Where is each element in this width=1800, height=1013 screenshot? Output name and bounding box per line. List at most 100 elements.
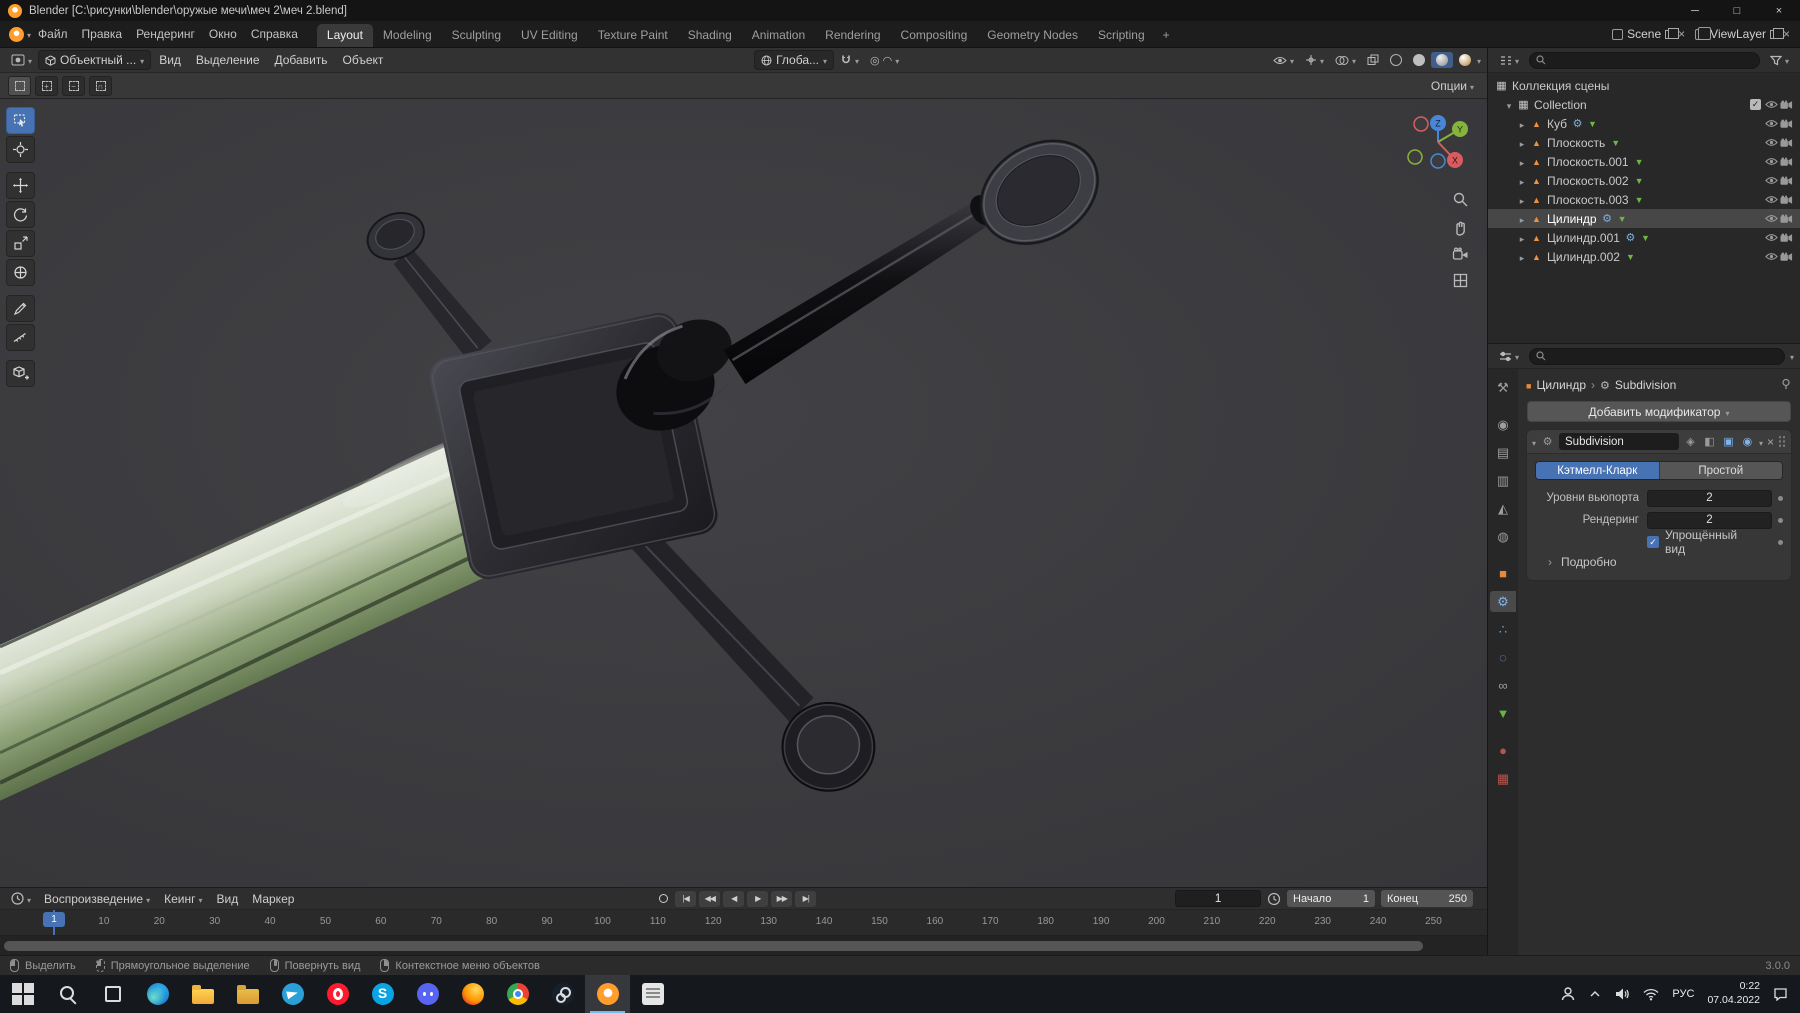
workspace-tab[interactable]: Animation (742, 24, 815, 47)
ortho-grid-icon[interactable] (1452, 272, 1469, 289)
render-camera-icon[interactable] (1779, 214, 1794, 224)
preview-range-clock-icon[interactable] (1267, 892, 1281, 906)
cursor-tool[interactable] (6, 136, 35, 163)
properties-tab-data[interactable] (1490, 703, 1516, 724)
render-camera-icon[interactable] (1779, 157, 1794, 167)
expand-icon[interactable] (1515, 136, 1529, 150)
hide-eye-icon[interactable] (1764, 214, 1779, 223)
snap-toggle[interactable] (835, 51, 864, 69)
new-scene-icon[interactable] (1665, 30, 1674, 39)
current-frame-field[interactable]: 1 (1175, 890, 1261, 907)
on-cage-toggle-icon[interactable]: ◈ (1683, 435, 1698, 448)
3d-viewport[interactable]: Z Y X (0, 99, 1487, 887)
blender-menu-icon[interactable] (9, 27, 24, 42)
viewport-menu[interactable]: Добавить (268, 48, 335, 72)
object-name[interactable]: Плоскость (1544, 136, 1608, 150)
properties-tab-viewlayer[interactable] (1490, 470, 1516, 491)
workspace-tab[interactable]: Compositing (891, 24, 978, 47)
select-mode-new-button[interactable] (8, 76, 31, 96)
viewport-menu[interactable]: Выделение (189, 48, 267, 72)
expand-icon[interactable] (1515, 155, 1529, 169)
object-name[interactable]: Цилиндр (1544, 212, 1600, 226)
taskbar-app-chrome[interactable] (495, 975, 540, 1013)
outliner-search-input[interactable] (1550, 54, 1753, 66)
timeline-ruler[interactable]: 1020304050607080901001101201301401501601… (0, 910, 1487, 936)
properties-tab-physics[interactable] (1490, 647, 1516, 668)
scrollbar-handle[interactable] (4, 941, 1423, 951)
properties-tab-particles[interactable] (1490, 619, 1516, 640)
playhead-badge[interactable]: 1 (43, 912, 65, 927)
view-layer-name[interactable]: ViewLayer (1710, 27, 1766, 41)
measure-tool[interactable] (6, 324, 35, 351)
workspace-tab[interactable]: Geometry Nodes (977, 24, 1088, 47)
timeline-editor-type-button[interactable] (6, 890, 36, 908)
properties-tab-output[interactable] (1490, 442, 1516, 463)
collection-expand-icon[interactable] (1502, 98, 1516, 112)
topbar-menu[interactable]: Справка (244, 21, 305, 47)
minimize-button[interactable]: ─ (1674, 0, 1716, 21)
scene-collection-name[interactable]: Коллекция сцены (1509, 79, 1612, 93)
shading-material-button[interactable] (1431, 52, 1453, 68)
maximize-button[interactable]: □ (1716, 0, 1758, 21)
camera-view-icon[interactable] (1452, 247, 1469, 261)
add-modifier-button[interactable]: Добавить модификатор (1527, 401, 1791, 422)
outliner-filter-button[interactable] (1765, 51, 1794, 69)
pan-hand-icon[interactable] (1452, 219, 1469, 236)
workspace-tab[interactable]: Layout (317, 24, 373, 47)
timeline-scrollbar[interactable] (0, 936, 1487, 955)
shading-solid-button[interactable] (1408, 52, 1430, 68)
taskbar-app-search[interactable] (45, 975, 90, 1013)
outliner-object-row[interactable]: Цилиндр (1488, 209, 1800, 228)
prev-keyframe-button[interactable]: ◀◀ (699, 891, 720, 907)
hide-eye-icon[interactable] (1764, 233, 1779, 242)
outliner-search[interactable] (1529, 52, 1760, 69)
animate-dot-icon[interactable] (1778, 518, 1783, 523)
gizmos-toggle[interactable] (1300, 51, 1329, 69)
render-camera-icon[interactable] (1779, 176, 1794, 186)
hide-eye-icon[interactable] (1764, 119, 1779, 128)
collection-checkbox[interactable] (1750, 99, 1761, 110)
properties-tab-world[interactable] (1490, 526, 1516, 547)
add-workspace-button[interactable]: + (1155, 24, 1178, 47)
drag-handle[interactable] (1778, 435, 1786, 448)
close-button[interactable]: × (1758, 0, 1800, 21)
outliner-editor-type-button[interactable] (1494, 51, 1524, 69)
shading-chevron-icon[interactable] (1477, 53, 1481, 67)
workspace-tab[interactable]: Texture Paint (588, 24, 678, 47)
render-camera-icon[interactable] (1779, 233, 1794, 243)
hide-eye-icon[interactable] (1764, 252, 1779, 261)
notification-center-icon[interactable] (1773, 987, 1788, 1001)
delete-scene-icon[interactable] (1678, 27, 1685, 41)
select-box-tool[interactable] (6, 107, 35, 134)
expand-icon[interactable] (1515, 212, 1529, 226)
object-name[interactable]: Плоскость.003 (1544, 193, 1632, 207)
viewport-menu[interactable]: Вид (152, 48, 188, 72)
people-icon[interactable] (1560, 986, 1576, 1002)
viewport-menu[interactable]: Объект (336, 48, 391, 72)
outliner-object-row[interactable]: Плоскость (1488, 133, 1800, 152)
proportional-editing-toggle[interactable]: ◎ ◠ (865, 51, 904, 69)
render-camera-icon[interactable] (1779, 119, 1794, 129)
annotate-tool[interactable] (6, 295, 35, 322)
delete-modifier-icon[interactable] (1767, 435, 1774, 449)
outliner-object-row[interactable]: Плоскость.001 (1488, 152, 1800, 171)
properties-tab-constraints[interactable] (1490, 675, 1516, 696)
object-visibility-dropdown[interactable] (1268, 51, 1299, 69)
volume-icon[interactable] (1614, 987, 1630, 1001)
topbar-menu[interactable]: Окно (202, 21, 244, 47)
select-mode-extend-button[interactable]: + (35, 76, 58, 96)
editor-type-button[interactable] (6, 51, 37, 69)
pin-icon[interactable] (1780, 378, 1792, 393)
rotate-tool[interactable] (6, 201, 35, 228)
delete-view-layer-icon[interactable] (1783, 27, 1790, 41)
hide-eye-icon[interactable] (1764, 138, 1779, 147)
network-icon[interactable] (1643, 988, 1659, 1001)
viewport-levels-field[interactable]: 2 (1647, 490, 1772, 507)
workspace-tab[interactable]: Modeling (373, 24, 442, 47)
expand-icon[interactable] (1515, 231, 1529, 245)
taskbar-app-taskview[interactable] (90, 975, 135, 1013)
modifier-extras-chevron-icon[interactable] (1759, 435, 1763, 449)
properties-tab-object[interactable] (1490, 563, 1516, 584)
mode-dropdown[interactable]: Объектный ... (38, 50, 151, 70)
breadcrumb-modifier[interactable]: Subdivision (1615, 378, 1676, 392)
